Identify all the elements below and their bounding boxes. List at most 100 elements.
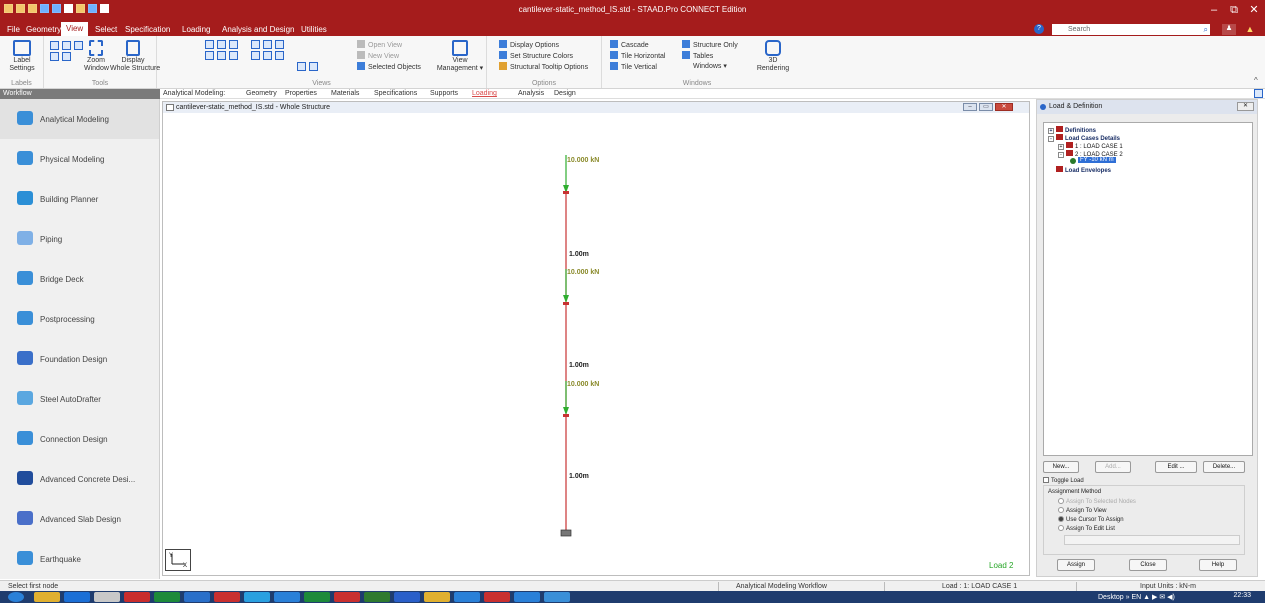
taskbar-app-icon[interactable] bbox=[394, 592, 420, 602]
workflow-item-connection-design[interactable]: Connection Design bbox=[0, 419, 159, 459]
node[interactable] bbox=[563, 414, 569, 417]
radio-button[interactable] bbox=[1058, 507, 1064, 513]
new-button[interactable]: New... bbox=[1043, 461, 1079, 473]
toggle-load-checkbox[interactable]: Toggle Load bbox=[1043, 477, 1084, 484]
radio-assign-selected-nodes[interactable]: Assign To Selected Nodes bbox=[1058, 498, 1136, 505]
taskbar-app-icon[interactable] bbox=[544, 592, 570, 602]
viewport-minimize-button[interactable]: – bbox=[963, 103, 977, 111]
view-front-icon[interactable] bbox=[205, 40, 214, 49]
windows-dropdown[interactable]: Windows ▾ bbox=[693, 62, 727, 70]
structure-only-button[interactable]: Structure Only bbox=[682, 40, 738, 49]
page-tab-analytical-modeling[interactable]: Analytical Modeling: bbox=[163, 90, 225, 97]
delete-button[interactable]: Delete... bbox=[1203, 461, 1245, 473]
taskbar-app-icon[interactable] bbox=[244, 592, 270, 602]
collapse-icon[interactable]: - bbox=[1048, 136, 1054, 142]
pan-icon[interactable] bbox=[74, 41, 83, 50]
view-iso-icon[interactable] bbox=[251, 40, 260, 49]
view-right-icon[interactable] bbox=[205, 51, 214, 60]
taskbar-app-icon[interactable] bbox=[304, 592, 330, 602]
tab-utilities[interactable]: Utilities bbox=[301, 25, 327, 34]
panel-toggle-icon[interactable] bbox=[1254, 89, 1263, 98]
taskbar-app-icon[interactable] bbox=[454, 592, 480, 602]
label-settings-button[interactable]: Label Settings bbox=[4, 40, 40, 73]
taskbar-app-icon[interactable] bbox=[64, 592, 90, 602]
workflow-item-building-planner[interactable]: Building Planner bbox=[0, 179, 159, 219]
notification-icon[interactable]: ▲ bbox=[1244, 24, 1256, 35]
workflow-item-advanced-concrete[interactable]: Advanced Concrete Desi... bbox=[0, 459, 159, 499]
workflow-item-analytical-modeling[interactable]: Analytical Modeling bbox=[0, 99, 159, 139]
fit-icon[interactable] bbox=[62, 52, 71, 61]
view-plan-icon[interactable] bbox=[297, 62, 306, 71]
node[interactable] bbox=[563, 302, 569, 305]
view-iso3-icon[interactable] bbox=[275, 40, 284, 49]
system-tray[interactable]: Desktop » EN ▲ ▶ ✉ ◀) bbox=[1098, 593, 1175, 601]
structure-canvas[interactable]: 10.000 kN 10.000 kN 10.000 kN 1.00m 1.00… bbox=[163, 113, 1029, 575]
view-iso2-icon[interactable] bbox=[263, 40, 272, 49]
tile-vertical-button[interactable]: Tile Vertical bbox=[610, 62, 657, 71]
panel-close-button[interactable]: ✕ bbox=[1237, 102, 1254, 111]
fixed-support[interactable] bbox=[560, 529, 572, 537]
page-tab-analysis[interactable]: Analysis bbox=[518, 90, 544, 97]
zoom-in-icon[interactable] bbox=[50, 41, 59, 50]
view-back-icon[interactable] bbox=[217, 40, 226, 49]
open-view-button[interactable]: Open View bbox=[357, 40, 402, 49]
collapse-icon[interactable]: - bbox=[1058, 152, 1064, 158]
edit-button[interactable]: Edit ... bbox=[1155, 461, 1197, 473]
tile-horizontal-button[interactable]: Tile Horizontal bbox=[610, 51, 665, 60]
tab-geometry[interactable]: Geometry bbox=[26, 25, 61, 34]
workflow-item-bridge-deck[interactable]: Bridge Deck bbox=[0, 259, 159, 299]
tree-node-load-case-1[interactable]: +1 : LOAD CASE 1 bbox=[1058, 142, 1123, 150]
tree-node-definitions[interactable]: + Definitions bbox=[1048, 126, 1096, 134]
help-button[interactable]: Help bbox=[1199, 559, 1237, 571]
radio-use-cursor[interactable]: Use Cursor To Assign bbox=[1058, 516, 1124, 523]
minimize-button[interactable]: – bbox=[1206, 3, 1222, 17]
tree-node-load-cases[interactable]: - Load Cases Details bbox=[1048, 134, 1120, 142]
taskbar-app-icon[interactable] bbox=[34, 592, 60, 602]
new-view-button[interactable]: New View bbox=[357, 51, 399, 60]
view-iso4-icon[interactable] bbox=[251, 51, 260, 60]
tree-node-selected-load[interactable]: FY -10 kN m bbox=[1078, 157, 1116, 163]
view-iso5-icon[interactable] bbox=[263, 51, 272, 60]
taskbar-app-icon[interactable] bbox=[334, 592, 360, 602]
viewport-close-button[interactable]: ✕ bbox=[995, 103, 1013, 111]
taskbar-app-icon[interactable] bbox=[364, 592, 390, 602]
page-tab-design[interactable]: Design bbox=[554, 90, 576, 97]
set-structure-colors-button[interactable]: Set Structure Colors bbox=[499, 51, 573, 60]
structure-viewport[interactable]: cantilever-static_method_IS.std - Whole … bbox=[162, 101, 1030, 576]
taskbar-app-icon[interactable] bbox=[94, 592, 120, 602]
viewport-restore-button[interactable]: ▭ bbox=[979, 103, 993, 111]
workflow-item-advanced-slab[interactable]: Advanced Slab Design bbox=[0, 499, 159, 539]
taskbar-app-icon[interactable] bbox=[154, 592, 180, 602]
collapse-ribbon-icon[interactable]: ^ bbox=[1254, 76, 1258, 85]
workflow-item-physical-modeling[interactable]: Physical Modeling bbox=[0, 139, 159, 179]
page-tab-loading[interactable]: Loading bbox=[472, 90, 497, 97]
selected-objects-button[interactable]: Selected Objects bbox=[357, 62, 421, 71]
workflow-item-postprocessing[interactable]: Postprocessing bbox=[0, 299, 159, 339]
node[interactable] bbox=[563, 191, 569, 194]
radio-button[interactable] bbox=[1058, 525, 1064, 531]
tab-file[interactable]: File bbox=[7, 25, 20, 34]
taskbar-app-icon[interactable] bbox=[514, 592, 540, 602]
tab-select[interactable]: Select bbox=[95, 25, 117, 34]
view-iso6-icon[interactable] bbox=[275, 51, 284, 60]
taskbar-app-icon[interactable] bbox=[214, 592, 240, 602]
structural-tooltip-button[interactable]: Structural Tooltip Options bbox=[499, 62, 588, 71]
tab-view[interactable]: View bbox=[61, 22, 89, 36]
close-panel-button[interactable]: Close bbox=[1129, 559, 1167, 571]
tab-specification[interactable]: Specification bbox=[125, 25, 170, 34]
account-icon[interactable]: ♟ bbox=[1222, 24, 1236, 35]
taskbar-app-icon[interactable] bbox=[274, 592, 300, 602]
workflow-item-earthquake[interactable]: Earthquake bbox=[0, 539, 159, 579]
page-tab-properties[interactable]: Properties bbox=[285, 90, 317, 97]
page-tab-materials[interactable]: Materials bbox=[331, 90, 359, 97]
view-bottom-icon[interactable] bbox=[229, 51, 238, 60]
search-icon[interactable]: ⌕ bbox=[1204, 24, 1208, 35]
taskbar-app-icon[interactable] bbox=[124, 592, 150, 602]
search-input[interactable]: Search ⌕ bbox=[1052, 24, 1210, 35]
view-management-button[interactable]: View Management ▾ bbox=[435, 40, 485, 73]
zoom-window-button[interactable]: Zoom Window bbox=[84, 40, 109, 73]
tables-button[interactable]: Tables bbox=[682, 51, 713, 60]
load-tree[interactable]: + Definitions - Load Cases Details +1 : LO… bbox=[1043, 122, 1253, 456]
3d-rendering-button[interactable]: 3D Rendering bbox=[756, 40, 790, 73]
start-button-icon[interactable] bbox=[8, 592, 24, 602]
